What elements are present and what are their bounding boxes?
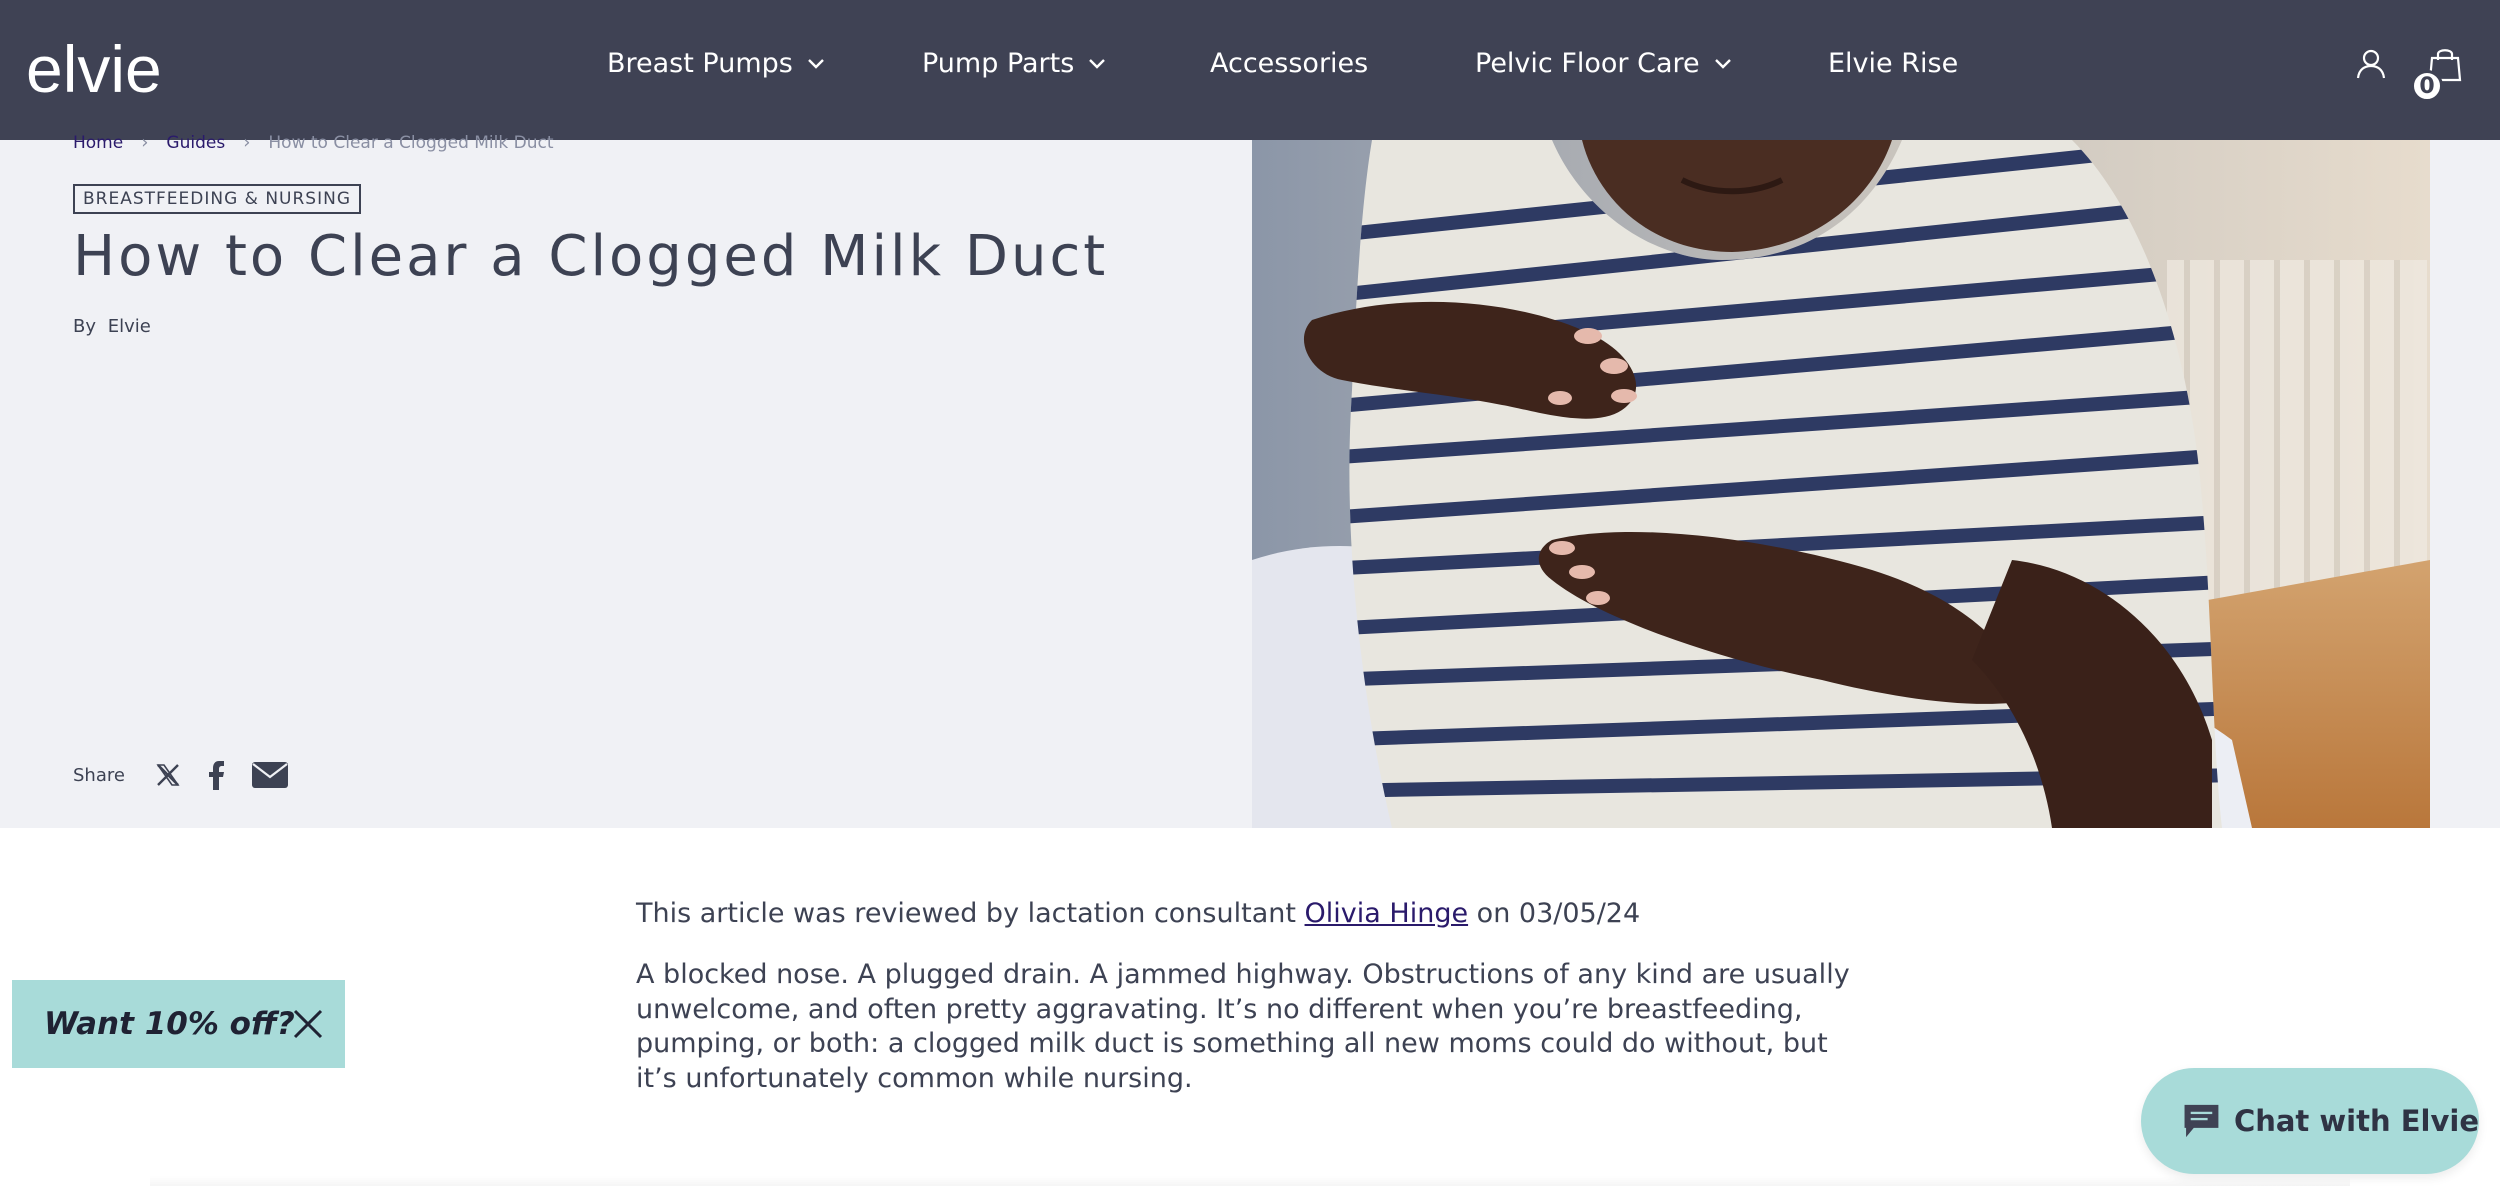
hero-photo-illustration [1252, 140, 2430, 828]
review-prefix: This article was reviewed by lactation c… [636, 898, 1296, 929]
author-name: Elvie [107, 316, 151, 337]
nav-accessories[interactable]: Accessories [1210, 48, 1368, 79]
elvie-logo[interactable]: elvie [26, 34, 166, 104]
facebook-icon[interactable] [207, 760, 225, 790]
share-bar: Share [73, 760, 315, 790]
discount-promo[interactable]: Want 10% off? [12, 980, 345, 1068]
nav-elvie-rise[interactable]: Elvie Rise [1828, 48, 1958, 79]
nav-label: Breast Pumps [607, 48, 793, 79]
by-label: By [73, 316, 97, 337]
footer-shadow [150, 1176, 2350, 1186]
breadcrumb-home[interactable]: Home [73, 133, 123, 153]
chevron-down-icon [1089, 58, 1106, 69]
nav-label: Pump Parts [922, 48, 1075, 79]
nav-pump-parts[interactable]: Pump Parts [922, 48, 1106, 79]
chevron-right-icon: › [141, 132, 149, 153]
chevron-down-icon [808, 58, 824, 69]
hero-image [1252, 140, 2430, 828]
chat-bubble-icon [2184, 1104, 2219, 1138]
share-label: Share [73, 764, 125, 786]
cart-count-badge: 0 [2411, 70, 2443, 102]
nav-pelvic-floor-care[interactable]: Pelvic Floor Care [1475, 48, 1732, 79]
email-icon[interactable] [251, 761, 289, 789]
article-title: How to Clear a Clogged Milk Duct [73, 224, 1109, 289]
breadcrumb: Home › Guides › How to Clear a Clogged M… [73, 132, 554, 153]
review-date: on 03/05/24 [1476, 898, 1641, 929]
chat-button[interactable]: Chat with Elvie [2141, 1068, 2479, 1174]
article-intro: A blocked nose. A plugged drain. A jamme… [636, 959, 1850, 1094]
byline: By Elvie [73, 316, 151, 337]
svg-text:elvie: elvie [26, 34, 162, 104]
nav-label: Elvie Rise [1828, 48, 1959, 79]
site-header: elvie Breast Pumps Pump Parts Accessorie… [0, 0, 2500, 140]
nav-label: Accessories [1210, 48, 1369, 79]
nav-label: Pelvic Floor Care [1475, 48, 1700, 79]
nav-breast-pumps[interactable]: Breast Pumps [607, 48, 825, 79]
chat-label: Chat with Elvie [2233, 1104, 2479, 1138]
breadcrumb-guides[interactable]: Guides [166, 133, 225, 153]
x-twitter-icon[interactable] [155, 762, 181, 788]
user-icon[interactable] [2356, 48, 2386, 80]
chevron-right-icon: › [243, 132, 251, 153]
category-tag[interactable]: BREASTFEEDING & NURSING [73, 184, 362, 214]
chevron-down-icon [1714, 58, 1731, 69]
reviewer-link[interactable]: Olivia Hinge [1305, 898, 1469, 929]
breadcrumb-current: How to Clear a Clogged Milk Duct [268, 132, 554, 153]
close-icon[interactable] [292, 1008, 324, 1040]
promo-label[interactable]: Want 10% off? [44, 1006, 295, 1042]
review-note: This article was reviewed by lactation c… [636, 898, 1640, 929]
